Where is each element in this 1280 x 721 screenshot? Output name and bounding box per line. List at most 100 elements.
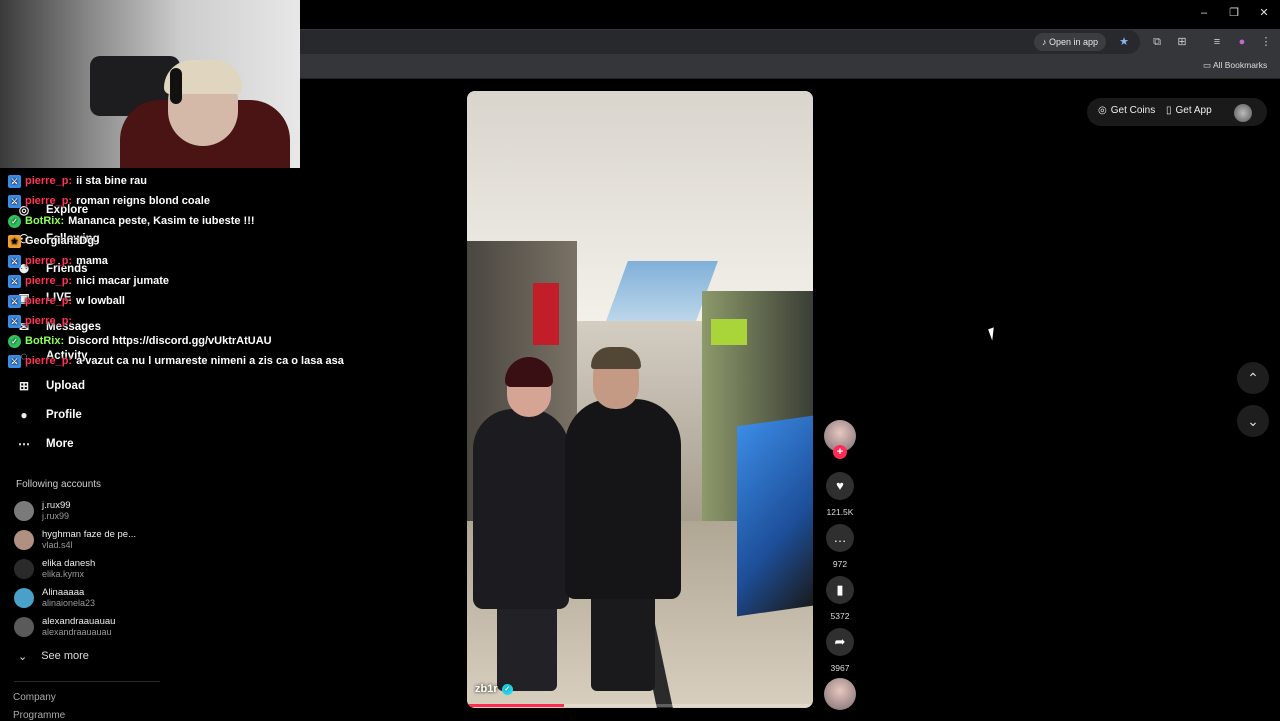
- following-account[interactable]: Alinaaaaa alinaionela23: [14, 584, 95, 612]
- profile-icon[interactable]: ●: [1234, 34, 1250, 50]
- chat-badge-icon: ⚔: [8, 274, 21, 288]
- follow-plus-icon[interactable]: +: [833, 445, 847, 459]
- puzzle-icon[interactable]: ⊞: [1174, 34, 1190, 50]
- video-author[interactable]: zb1r ✓: [475, 683, 513, 695]
- chat-username: BotRix:: [25, 215, 65, 227]
- chat-username: pierre_p:: [25, 255, 73, 267]
- chat-message: ⚔ pierre_p: mama: [8, 251, 108, 271]
- restore-button[interactable]: ❐: [1220, 4, 1248, 22]
- avatar: [14, 617, 34, 637]
- account-text: alexandraauauau alexandraauauau: [42, 616, 115, 638]
- chat-badge-icon: ⚔: [8, 314, 21, 328]
- comment-button[interactable]: …: [826, 524, 854, 552]
- chat-badge-icon: ⚔: [8, 294, 21, 308]
- video-progress-fill: [467, 704, 564, 707]
- all-bookmarks-label: All Bookmarks: [1212, 60, 1268, 70]
- chat-text: Mananca peste, Kasim te iubeste !!!: [68, 215, 255, 227]
- account-handle: vlad.s4l: [42, 540, 73, 550]
- account-text: elika danesh elika.kymx: [42, 558, 95, 580]
- account-text: Alinaaaaa alinaionela23: [42, 587, 95, 609]
- chat-message: ⚔ pierre_p: roman reigns blond coale: [8, 191, 210, 211]
- chat-username: GeorgianaDg: [25, 235, 95, 247]
- account-handle: elika.kymx: [42, 569, 85, 579]
- get-app-button[interactable]: ▯ Get App: [1166, 105, 1212, 116]
- chat-message: ⚔ pierre_p: w lowball: [8, 291, 125, 311]
- avatar: [14, 559, 34, 579]
- account-text: j.rux99 j.rux99: [42, 500, 71, 522]
- next-video-button[interactable]: ⌄: [1237, 405, 1269, 437]
- following-account[interactable]: j.rux99 j.rux99: [14, 497, 71, 525]
- chat-badge-icon: ⚔: [8, 194, 21, 208]
- avatar: [14, 588, 34, 608]
- like-count: 121.5K: [826, 507, 854, 517]
- star-icon[interactable]: ★: [1116, 34, 1132, 50]
- video-person-a: [473, 409, 569, 609]
- chevron-up-icon: ⌃: [1247, 370, 1259, 386]
- upload-icon: ⊞: [18, 379, 30, 393]
- media-icon[interactable]: ≡: [1209, 34, 1225, 50]
- chat-text: nici macar jumate: [76, 275, 170, 287]
- chat-username: pierre_p:: [25, 355, 73, 367]
- chat-message: ⚔ pierre_p: ii sta bine rau: [8, 171, 147, 191]
- chat-username: pierre_p:: [25, 275, 73, 287]
- chat-message: ⚔ pierre_p:: [8, 311, 76, 331]
- nav-item-profile[interactable]: ● Profile: [16, 404, 81, 426]
- following-account[interactable]: hyghman faze de pe... vlad.s4l: [14, 526, 136, 554]
- chat-message: ★ GeorgianaDg: [8, 231, 98, 251]
- chat-message: ⚔ pierre_p: nici macar jumate: [8, 271, 169, 291]
- bookmark-icon: ▮: [836, 582, 844, 597]
- company-link[interactable]: Company: [13, 692, 56, 703]
- chat-text: Discord https://discord.gg/vUktrAtUAU: [68, 335, 272, 347]
- get-app-label: Get App: [1175, 105, 1212, 116]
- share-button[interactable]: ➦: [826, 628, 854, 656]
- heart-icon: ♥: [836, 478, 844, 493]
- kebab-menu-icon[interactable]: ⋮: [1258, 34, 1274, 50]
- share-count: 3967: [830, 663, 850, 673]
- chat-message: ✓ BotRix: Discord https://discord.gg/vUktr…: [8, 331, 272, 351]
- chat-username: pierre_p:: [25, 195, 73, 207]
- avatar: [14, 501, 34, 521]
- chat-badge-icon: ⚔: [8, 354, 21, 368]
- user-avatar[interactable]: [1234, 104, 1252, 122]
- nav-item-label: Upload: [46, 380, 85, 392]
- account-name: j.rux99: [42, 500, 71, 511]
- verified-icon: ✓: [501, 683, 513, 695]
- following-account[interactable]: elika danesh elika.kymx: [14, 555, 95, 583]
- chat-text: mama: [76, 255, 108, 267]
- account-name: Alinaaaaa: [42, 587, 85, 598]
- like-button[interactable]: ♥: [826, 472, 854, 500]
- open-in-app-button[interactable]: ♪ Open in app: [1034, 33, 1107, 51]
- minimize-button[interactable]: –: [1190, 4, 1218, 22]
- account-name: hyghman faze de pe...: [42, 529, 137, 540]
- get-coins-button[interactable]: ◎ Get Coins: [1098, 105, 1155, 116]
- address-bar[interactable]: [300, 30, 1140, 54]
- video-player[interactable]: zb1r ✓: [467, 91, 813, 708]
- nav-item-more[interactable]: ⋯ More: [16, 433, 73, 455]
- close-button[interactable]: ✕: [1250, 4, 1278, 22]
- account-text: hyghman faze de pe... vlad.s4l: [42, 529, 136, 551]
- extension-icon[interactable]: ⧉: [1149, 34, 1165, 50]
- divider: [14, 681, 160, 682]
- save-button[interactable]: ▮: [826, 576, 854, 604]
- chat-badge-icon: ★: [8, 234, 21, 248]
- previous-video-button[interactable]: ⌃: [1237, 362, 1269, 394]
- bot-badge-icon: ✓: [8, 334, 21, 348]
- chat-text: roman reigns blond coale: [76, 195, 210, 207]
- chat-message: ✓ BotRix: Mananca peste, Kasim te iubeste …: [8, 211, 255, 231]
- folder-icon: ▭: [1203, 60, 1212, 70]
- see-more-button[interactable]: ⌄ See more: [18, 650, 89, 663]
- chat-text: a vazut ca nu l urmareste nimeni a zis c…: [76, 355, 344, 367]
- following-account[interactable]: alexandraauauau alexandraauauau: [14, 613, 115, 641]
- chat-text: ii sta bine rau: [76, 175, 147, 187]
- account-name: alexandraauauau: [42, 616, 116, 627]
- chat-message: ⚔ pierre_p: a vazut ca nu l urmareste nime…: [8, 351, 344, 371]
- all-bookmarks-button[interactable]: ▭ All Bookmarks: [1203, 60, 1267, 71]
- mouse-cursor: [988, 327, 998, 341]
- nav-item-upload[interactable]: ⊞ Upload: [16, 375, 85, 397]
- programme-link[interactable]: Programme: [13, 710, 65, 721]
- comment-count: 972: [832, 559, 848, 569]
- bot-badge-icon: ✓: [8, 214, 21, 228]
- following-accounts-title: Following accounts: [16, 479, 102, 490]
- chat-username: pierre_p:: [25, 315, 73, 327]
- sound-avatar[interactable]: [824, 678, 856, 710]
